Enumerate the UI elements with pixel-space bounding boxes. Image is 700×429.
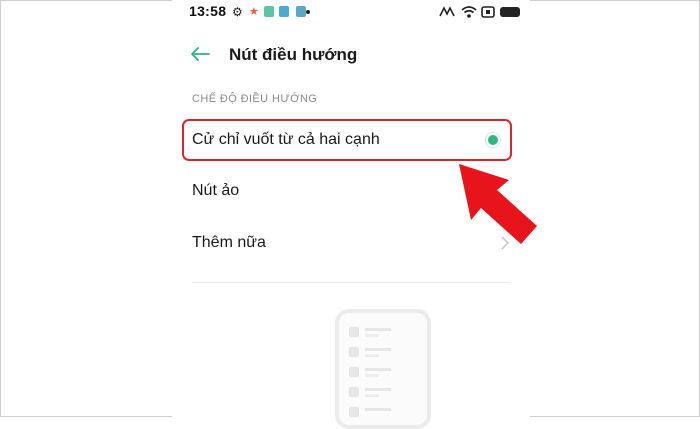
battery-icon [500, 7, 520, 17]
status-bar: 13:58 ⚙ ★ [172, 0, 530, 26]
option-label: Cử chỉ vuốt từ cả hai cạnh [192, 131, 380, 148]
app-icon [296, 6, 306, 17]
battery-saver-icon [481, 6, 495, 18]
radio-selected-icon[interactable] [485, 132, 501, 148]
star-icon: ★ [249, 6, 259, 18]
page-title: Nút điều hướng [229, 45, 358, 64]
status-time: 13:58 [189, 3, 227, 19]
app-icon [279, 6, 289, 17]
divider [192, 282, 510, 283]
option-label: Nút ảo [192, 182, 240, 199]
option-label: Thêm nữa [192, 234, 266, 251]
app-icon [264, 6, 274, 17]
preview-row [349, 347, 419, 357]
preview-row [349, 367, 419, 377]
nfc-icon [439, 6, 455, 17]
red-pointer-arrow-icon [459, 164, 537, 244]
status-right-icons [439, 6, 520, 18]
preview-row [349, 327, 419, 337]
notification-dot [306, 10, 310, 14]
wifi-icon [461, 6, 477, 18]
arrow-left-icon[interactable] [189, 45, 211, 63]
gear-icon: ⚙ [232, 5, 243, 19]
navigation-preview-illustration [335, 309, 431, 429]
section-header: CHẾ ĐỘ ĐIỀU HƯỚNG [192, 93, 318, 105]
preview-row [349, 407, 419, 417]
preview-row [349, 387, 419, 397]
option-gesture-both-edges[interactable]: Cử chỉ vuốt từ cả hai cạnh [182, 119, 512, 161]
